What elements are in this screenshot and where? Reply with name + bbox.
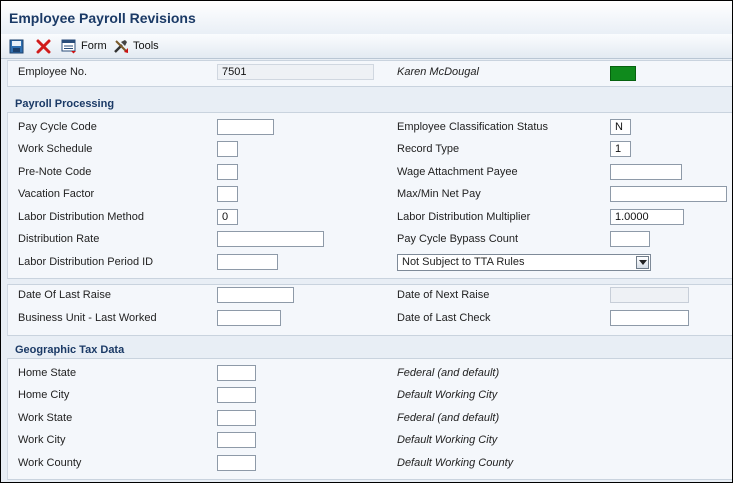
home-state-field[interactable] <box>217 365 256 381</box>
pre-note-code-field[interactable] <box>217 164 238 180</box>
work-schedule-label: Work Schedule <box>18 143 93 155</box>
form-icon <box>61 39 76 53</box>
tools-icon <box>114 39 128 53</box>
geo-row-description: Federal (and default) <box>397 412 500 424</box>
status-indicator <box>610 66 636 81</box>
employee-name: Karen McDougal <box>397 66 479 78</box>
geo-row-description: Default Working County <box>397 457 514 469</box>
delete-button[interactable] <box>36 37 51 55</box>
geo-row-label: Work County <box>18 457 82 469</box>
save-button[interactable] <box>9 37 24 55</box>
max-min-net-pay-label: Max/Min Net Pay <box>397 188 481 200</box>
chevron-down-icon <box>639 260 647 265</box>
business-unit-last-worked-field[interactable] <box>217 310 281 326</box>
employee-classification-status-field[interactable]: N <box>610 119 631 135</box>
geographic-tax-data-heading: Geographic Tax Data <box>15 344 125 356</box>
payroll-processing-heading: Payroll Processing <box>15 98 115 110</box>
employee-no-field[interactable]: 7501 <box>217 64 374 80</box>
labor-distribution-multiplier-label: Labor Distribution Multiplier <box>397 211 531 223</box>
dropdown-arrow[interactable] <box>636 256 649 269</box>
form-menu-button[interactable]: Form <box>61 37 107 55</box>
save-icon <box>9 39 24 53</box>
pay-cycle-code-field[interactable] <box>217 119 274 135</box>
vacation-factor-field[interactable] <box>217 186 238 202</box>
date-of-next-raise-label: Date of Next Raise <box>397 289 490 301</box>
date-of-next-raise-field <box>610 287 689 303</box>
delete-icon <box>36 39 51 53</box>
labor-distribution-period-id-field[interactable] <box>217 254 278 270</box>
wage-attachment-payee-label: Wage Attachment Payee <box>397 166 518 178</box>
form-menu-label: Form <box>81 40 107 52</box>
geo-row-description: Default Working City <box>397 389 498 401</box>
max-min-net-pay-field[interactable] <box>610 186 727 202</box>
geographic-tax-panel <box>7 358 732 480</box>
work-county-field[interactable] <box>217 455 256 471</box>
date-of-last-raise-field[interactable] <box>217 287 294 303</box>
work-state-field[interactable] <box>217 410 256 426</box>
home-city-field[interactable] <box>217 387 256 403</box>
pay-cycle-bypass-count-field[interactable] <box>610 231 650 247</box>
geo-row-label: Home City <box>18 389 70 401</box>
distribution-rate-field[interactable] <box>217 231 324 247</box>
pre-note-code-label: Pre-Note Code <box>18 166 92 178</box>
employee-payroll-revisions-window: Employee Payroll Revisions Form Tools Em… <box>0 0 733 483</box>
tta-rules-select[interactable]: Not Subject to TTA Rules <box>397 254 651 271</box>
labor-distribution-method-label: Labor Distribution Method <box>18 211 144 223</box>
labor-distribution-method-field[interactable]: 0 <box>217 209 238 225</box>
record-type-label: Record Type <box>397 143 460 155</box>
tta-rules-selected-value: Not Subject to TTA Rules <box>402 256 525 268</box>
date-of-last-raise-label: Date Of Last Raise <box>18 289 111 301</box>
page-title: Employee Payroll Revisions <box>9 10 196 26</box>
distribution-rate-label: Distribution Rate <box>18 233 100 245</box>
tools-menu-label: Tools <box>133 40 159 52</box>
employee-classification-status-label: Employee Classification Status <box>397 121 549 133</box>
pay-cycle-code-label: Pay Cycle Code <box>18 121 97 133</box>
work-schedule-field[interactable] <box>217 141 238 157</box>
toolbar: Form Tools <box>1 34 732 59</box>
vacation-factor-label: Vacation Factor <box>18 188 95 200</box>
geo-row-description: Federal (and default) <box>397 367 500 379</box>
record-type-field[interactable]: 1 <box>610 141 631 157</box>
work-city-field[interactable] <box>217 432 256 448</box>
geo-row-label: Work State <box>18 412 73 424</box>
tools-menu-button[interactable]: Tools <box>113 37 159 55</box>
labor-distribution-multiplier-field[interactable]: 1.0000 <box>610 209 684 225</box>
labor-distribution-period-id-label: Labor Distribution Period ID <box>18 256 154 268</box>
pay-cycle-bypass-count-label: Pay Cycle Bypass Count <box>397 233 519 245</box>
date-of-last-check-label: Date of Last Check <box>397 312 491 324</box>
wage-attachment-payee-field[interactable] <box>610 164 682 180</box>
employee-no-label: Employee No. <box>18 66 88 78</box>
geo-row-label: Work City <box>18 434 66 446</box>
geo-row-description: Default Working City <box>397 434 498 446</box>
date-of-last-check-field[interactable] <box>610 310 689 326</box>
business-unit-last-worked-label: Business Unit - Last Worked <box>18 312 157 324</box>
title-bar: Employee Payroll Revisions <box>1 1 732 35</box>
geo-row-label: Home State <box>18 367 77 379</box>
